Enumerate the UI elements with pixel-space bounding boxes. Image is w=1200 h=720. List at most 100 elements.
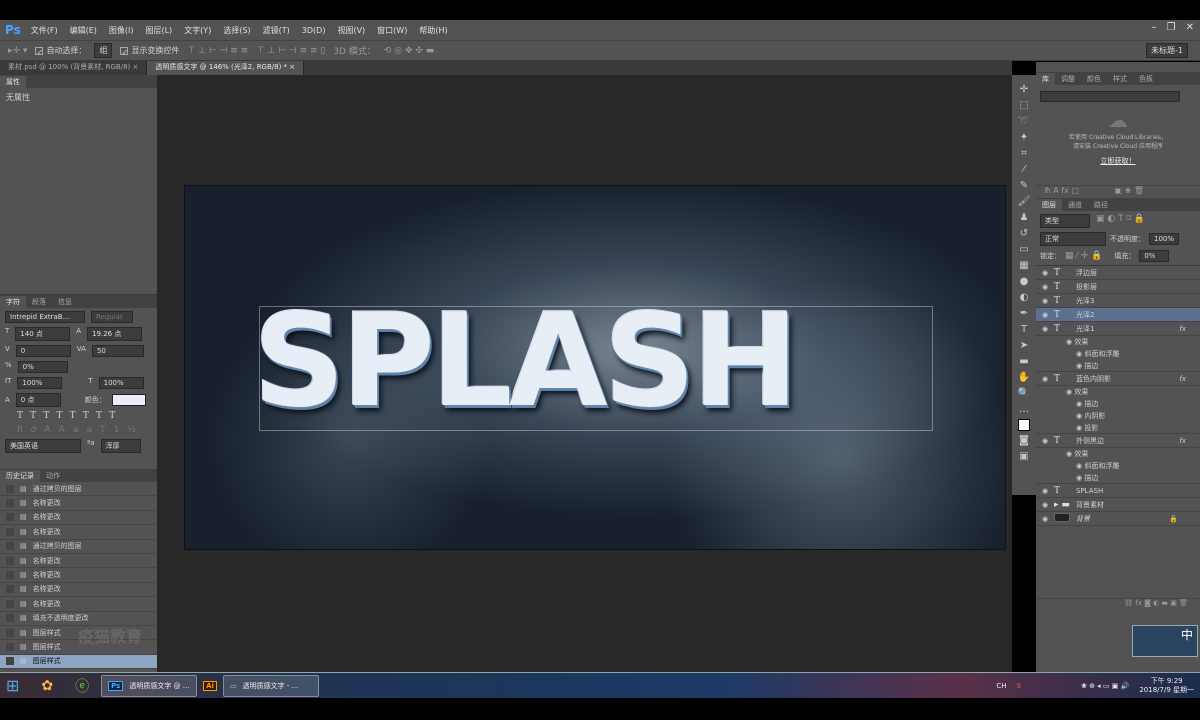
history-brush-icon[interactable]: ↺ [1020,227,1028,240]
font-family-dropdown[interactable]: Intrepid ExtraB... [5,311,85,323]
taskbar-photoshop[interactable]: Ps 透明质感文字 @ ... [101,674,198,697]
layer-row[interactable]: ◉ T 光泽1 fx [1036,322,1200,336]
path-select-icon[interactable]: ➤ [1020,339,1028,352]
tray-icons[interactable]: ❀ ⊕ ◂ ▭ ▣ 🔊 [1081,682,1129,690]
snapshot-source-checkbox[interactable] [6,513,14,522]
stamp-tool-icon[interactable]: ♟ [1020,211,1029,224]
document-canvas[interactable]: SPLASH [184,185,1006,550]
ime-status-widget[interactable]: 中 [1132,625,1198,657]
visibility-eye-icon[interactable]: ◉ [1036,283,1054,291]
visibility-eye-icon[interactable]: ◉ [1036,501,1054,509]
layer-row[interactable]: ◉ T 外侧黑边 fx [1036,434,1200,448]
layer-name[interactable]: 投影层 [1076,282,1097,292]
library-dropdown[interactable] [1040,91,1180,102]
visibility-eye-icon[interactable]: ◉ [1036,297,1054,305]
quick-mask-icon[interactable]: ◙ [1019,434,1029,447]
tab-actions[interactable]: 动作 [40,470,66,482]
start-button[interactable]: ⊞ [0,675,25,697]
history-item[interactable]: ▤ 名称更改 [0,597,157,612]
app-pinned-1[interactable]: ✿ [35,675,59,697]
layer-row[interactable]: ◉ T 蓝色内阴影 fx [1036,372,1200,386]
menu-filter[interactable]: 滤镜(T) [263,25,290,36]
snapshot-source-checkbox[interactable] [6,499,14,508]
layer-name[interactable]: 背景 [1076,514,1090,524]
tab-styles[interactable]: 样式 [1107,73,1133,85]
layer-row[interactable]: ◉ T 投影层 [1036,280,1200,294]
layer-row[interactable]: ◉ T 光泽2 [1036,308,1200,322]
eye-icon[interactable]: ◉ [1076,362,1084,370]
tab-info[interactable]: 信息 [52,296,78,308]
filter-icons[interactable]: ▣ ◐ T ⌑ 🔒 [1096,214,1145,228]
dodge-tool-icon[interactable]: ◐ [1020,291,1029,304]
app-pinned-2[interactable]: ⓔ [69,675,95,697]
snapshot-source-checkbox[interactable] [6,599,14,608]
screen-mode-icon[interactable]: ▣ [1019,450,1028,463]
fill-field[interactable]: 0% [1139,250,1170,262]
snapshot-source-checkbox[interactable] [6,571,14,580]
history-item[interactable]: ▤ 名称更改 [0,511,157,526]
eraser-tool-icon[interactable]: ▭ [1019,243,1028,256]
layer-row[interactable]: ◉ T 光泽3 [1036,294,1200,308]
font-size-field[interactable]: 140 点 [15,327,71,341]
tab-libraries[interactable]: 库 [1036,73,1055,85]
eye-icon[interactable]: ◉ [1066,388,1074,396]
eye-icon[interactable]: ◉ [1076,424,1084,432]
taskbar-image-viewer[interactable]: ▭ 透明质感文字 - ... [222,674,319,697]
lasso-tool-icon[interactable]: ➰ [1018,115,1030,128]
layer-filter-dropdown[interactable]: 类型 [1040,214,1090,228]
visibility-eye-icon[interactable]: ◉ [1036,515,1054,523]
snapshot-source-checkbox[interactable] [6,527,14,536]
snapshot-source-checkbox[interactable] [6,657,14,666]
leading-field[interactable]: 19.26 点 [87,327,143,341]
tab-swatches[interactable]: 色板 [1133,73,1159,85]
hand-tool-icon[interactable]: ✋ [1018,371,1030,384]
history-item[interactable]: ▤ 图层样式 [0,654,157,670]
layer-name[interactable]: 光泽2 [1076,310,1094,320]
layer-name[interactable]: 蓝色内阴影 [1076,374,1111,384]
workspace-dropdown[interactable]: 未标题-1 [1146,43,1188,58]
tracking-field[interactable]: 50 [91,345,144,357]
effects-row[interactable]: ◉ 效果 [1036,336,1200,348]
font-style-dropdown[interactable]: Regular [91,311,133,323]
menu-type[interactable]: 文字(Y) [184,25,211,36]
effects-row[interactable]: ◉ 效果 [1036,386,1200,398]
layer-row[interactable]: ◉ T SPLASH [1036,484,1200,498]
snapshot-source-checkbox[interactable] [6,542,14,551]
foreground-color-icon[interactable] [1018,419,1030,431]
clock[interactable]: 下午 9:29 2018/7/9 星期一 [1139,677,1194,695]
tab-color[interactable]: 颜色 [1081,73,1107,85]
layer-row[interactable]: ◉ T 浮边层 [1036,266,1200,280]
healing-brush-icon[interactable]: ✎ [1020,179,1028,192]
kerning-field[interactable]: 0 [15,345,71,357]
layer-name[interactable]: 光泽3 [1076,296,1094,306]
brush-tool-icon[interactable]: 🖌 [1018,195,1031,208]
tsume-field[interactable]: 0% [17,361,68,373]
history-item[interactable]: ▤ 名称更改 [0,568,157,583]
vertical-scale-field[interactable]: 100% [17,377,63,389]
snapshot-source-checkbox[interactable] [6,556,14,565]
history-item[interactable]: ▤ 名称更改 [0,583,157,598]
eye-icon[interactable]: ◉ [1076,412,1084,420]
effects-row[interactable]: ◉ 效果 [1036,448,1200,460]
tab-adjustments[interactable]: 调整 [1055,73,1081,85]
eye-icon[interactable]: ◉ [1066,450,1074,458]
effect-row[interactable]: ◉ 斜面和浮雕 [1036,348,1200,360]
layer-name[interactable]: 背景素材 [1076,500,1104,510]
text-style-buttons[interactable]: TTTTTTTT [5,411,152,421]
snapshot-source-checkbox[interactable] [6,585,14,594]
effect-row[interactable]: ◉ 内阴影 [1036,410,1200,422]
restore-button[interactable]: ❐ [1167,22,1176,33]
menu-3d[interactable]: 3D(D) [302,26,326,35]
history-item[interactable]: ▤ 通过拷贝的图层 [0,540,157,554]
menu-layer[interactable]: 图层(L) [145,25,172,36]
gradient-tool-icon[interactable]: ▦ [1019,259,1028,272]
shape-tool-icon[interactable]: ▬ [1019,355,1028,368]
snapshot-source-checkbox[interactable] [6,642,14,651]
tab-paragraph[interactable]: 段落 [26,296,52,308]
visibility-eye-icon[interactable]: ◉ [1036,311,1054,319]
effect-row[interactable]: ◉ 描边 [1036,398,1200,410]
eye-icon[interactable]: ◉ [1066,338,1074,346]
language-dropdown[interactable]: 美国英语 [5,439,81,453]
eye-icon[interactable]: ◉ [1076,474,1084,482]
menu-view[interactable]: 视图(V) [337,25,365,36]
